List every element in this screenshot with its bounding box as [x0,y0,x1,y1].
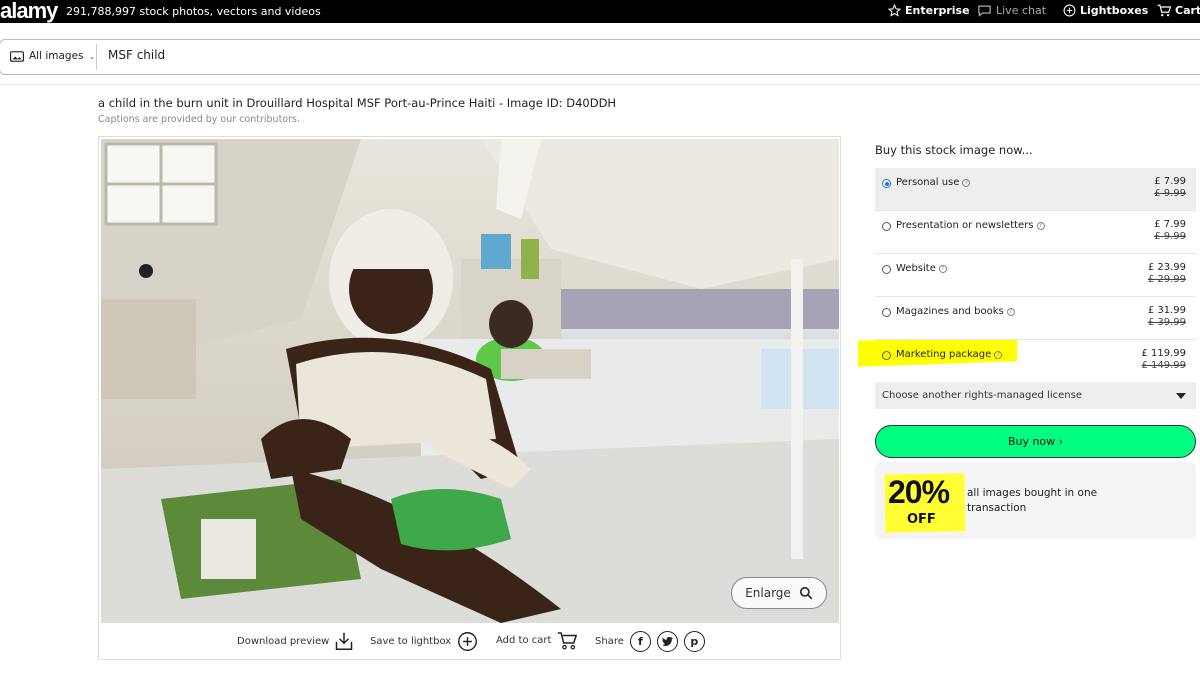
alamy-logo[interactable]: alamy [0,0,58,24]
option-label-wrap: Magazines and books? [896,306,1015,317]
top-bar: alamy 291,788,997 stock photos, vectors … [0,0,1200,23]
cart-icon [558,632,578,650]
option-label-wrap: Marketing package? [896,349,1003,360]
license-option-magazines[interactable]: Magazines and books? £ 31.99 £ 39.99 [875,297,1196,340]
license-option-presentation[interactable]: Presentation or newsletters? £ 7.99 £ 9.9… [875,211,1196,254]
add-to-cart-label: Add to cart [496,635,552,646]
search-input[interactable] [108,48,608,62]
cart-icon [1157,4,1171,17]
caret-down-icon [1176,393,1186,399]
discount-promo: 20% OFF all images bought in one transac… [875,462,1196,539]
price-old: £ 149.99 [1141,360,1186,371]
radio-button[interactable] [882,308,891,317]
price-current: £ 23.99 [1147,262,1186,273]
radio-selected[interactable] [882,179,891,188]
save-to-lightbox-label: Save to lightbox [370,636,452,647]
image-actions: Download preview Save to lightbox Add to… [99,627,840,657]
enlarge-button[interactable]: Enlarge [731,577,827,609]
image-icon [10,50,24,62]
save-to-lightbox-button[interactable]: Save to lightbox [370,631,478,652]
promo-off: OFF [907,512,936,527]
search-bar: All images ⌄ [0,39,1200,75]
image-frame: Enlarge Download preview Save to lightbo… [98,136,841,660]
option-label: Marketing package [896,349,992,360]
plus-circle-icon [458,632,478,651]
header-divider [0,84,1200,85]
download-icon [336,632,353,650]
option-label: Website [896,263,936,274]
price-current: £ 119.99 [1141,348,1186,359]
enlarge-label: Enlarge [745,586,791,600]
pinterest-icon[interactable]: p [683,631,705,652]
license-option-marketing[interactable]: Marketing package? £ 119.99 £ 149.99 [875,340,1196,383]
option-price: £ 7.99 £ 9.99 [1154,176,1186,199]
facebook-icon[interactable]: f [629,631,651,652]
add-to-cart-button[interactable]: Add to cart [496,631,578,650]
price-current: £ 7.99 [1154,176,1186,187]
radio-button[interactable] [882,265,891,274]
image-type-filter[interactable]: All images ⌄ [10,50,95,62]
chat-bubble-icon [978,5,991,17]
photo-illustration [101,139,839,623]
price-old: £ 9.99 [1154,188,1186,199]
filter-label: All images [29,50,84,62]
share-group: Share f p [595,631,705,652]
option-label-wrap: Presentation or newsletters? [896,220,1045,231]
option-label-wrap: Website? [896,263,947,274]
option-price: £ 23.99 £ 29.99 [1148,262,1186,285]
license-option-website[interactable]: Website? £ 23.99 £ 29.99 [875,254,1196,297]
price-current: £ 31.99 [1147,305,1186,316]
enterprise-label: Enterprise [905,4,970,17]
magnifier-icon [799,586,813,600]
option-label: Magazines and books [896,306,1004,317]
price-old: £ 29.99 [1147,274,1186,285]
plus-circle-icon [1063,4,1076,17]
enterprise-link[interactable]: Enterprise [888,4,970,17]
promo-text: all images bought in one transaction [967,487,1098,514]
lightboxes-label: Lightboxes [1080,4,1149,17]
download-preview-button[interactable]: Download preview [237,631,353,651]
share-label: Share [595,636,624,647]
star-icon [888,4,901,17]
caption-note: Captions are provided by our contributor… [98,114,300,125]
option-price: £ 7.99 £ 9.99 [1154,219,1186,242]
help-icon[interactable]: ? [1036,221,1045,230]
cart-link[interactable]: Cart [1157,4,1200,17]
help-icon[interactable]: ? [938,264,947,273]
help-icon[interactable]: ? [994,350,1003,359]
buy-now-button[interactable]: Buy now › [875,425,1196,458]
help-icon[interactable]: ? [1006,307,1015,316]
image-caption: a child in the burn unit in Drouillard H… [98,96,617,110]
cart-label: Cart [1175,4,1200,17]
option-label: Presentation or newsletters [896,220,1034,231]
buy-heading: Buy this stock image now... [875,143,1033,157]
lightboxes-link[interactable]: Lightboxes [1063,4,1148,17]
radio-button[interactable] [882,222,891,231]
option-price: £ 119.99 £ 149.99 [1141,348,1186,371]
help-icon[interactable]: ? [962,178,971,187]
live-chat-link[interactable]: Live chat [977,4,1046,17]
promo-percent: 20% [888,474,950,510]
other-license-label: Choose another rights-managed license [882,390,1082,401]
search-divider [96,44,97,70]
license-option-personal-use[interactable]: Personal use? £ 7.99 £ 9.99 [875,168,1196,211]
option-label: Personal use [896,177,960,188]
other-license-dropdown[interactable]: Choose another rights-managed license [875,382,1196,409]
option-label-wrap: Personal use? [896,177,971,188]
radio-button[interactable] [882,351,891,360]
download-preview-label: Download preview [237,635,330,647]
stock-photo[interactable] [101,139,839,623]
price-old: £ 39.99 [1147,317,1186,328]
twitter-icon[interactable] [656,631,678,652]
live-chat-label: Live chat [996,4,1047,17]
option-price: £ 31.99 £ 39.99 [1148,305,1186,328]
stock-count: 291,788,997 stock photos, vectors and vi… [66,5,321,18]
chevron-down-icon: ⌄ [88,51,96,61]
price-current: £ 7.99 [1154,219,1186,230]
price-old: £ 9.99 [1154,231,1186,242]
